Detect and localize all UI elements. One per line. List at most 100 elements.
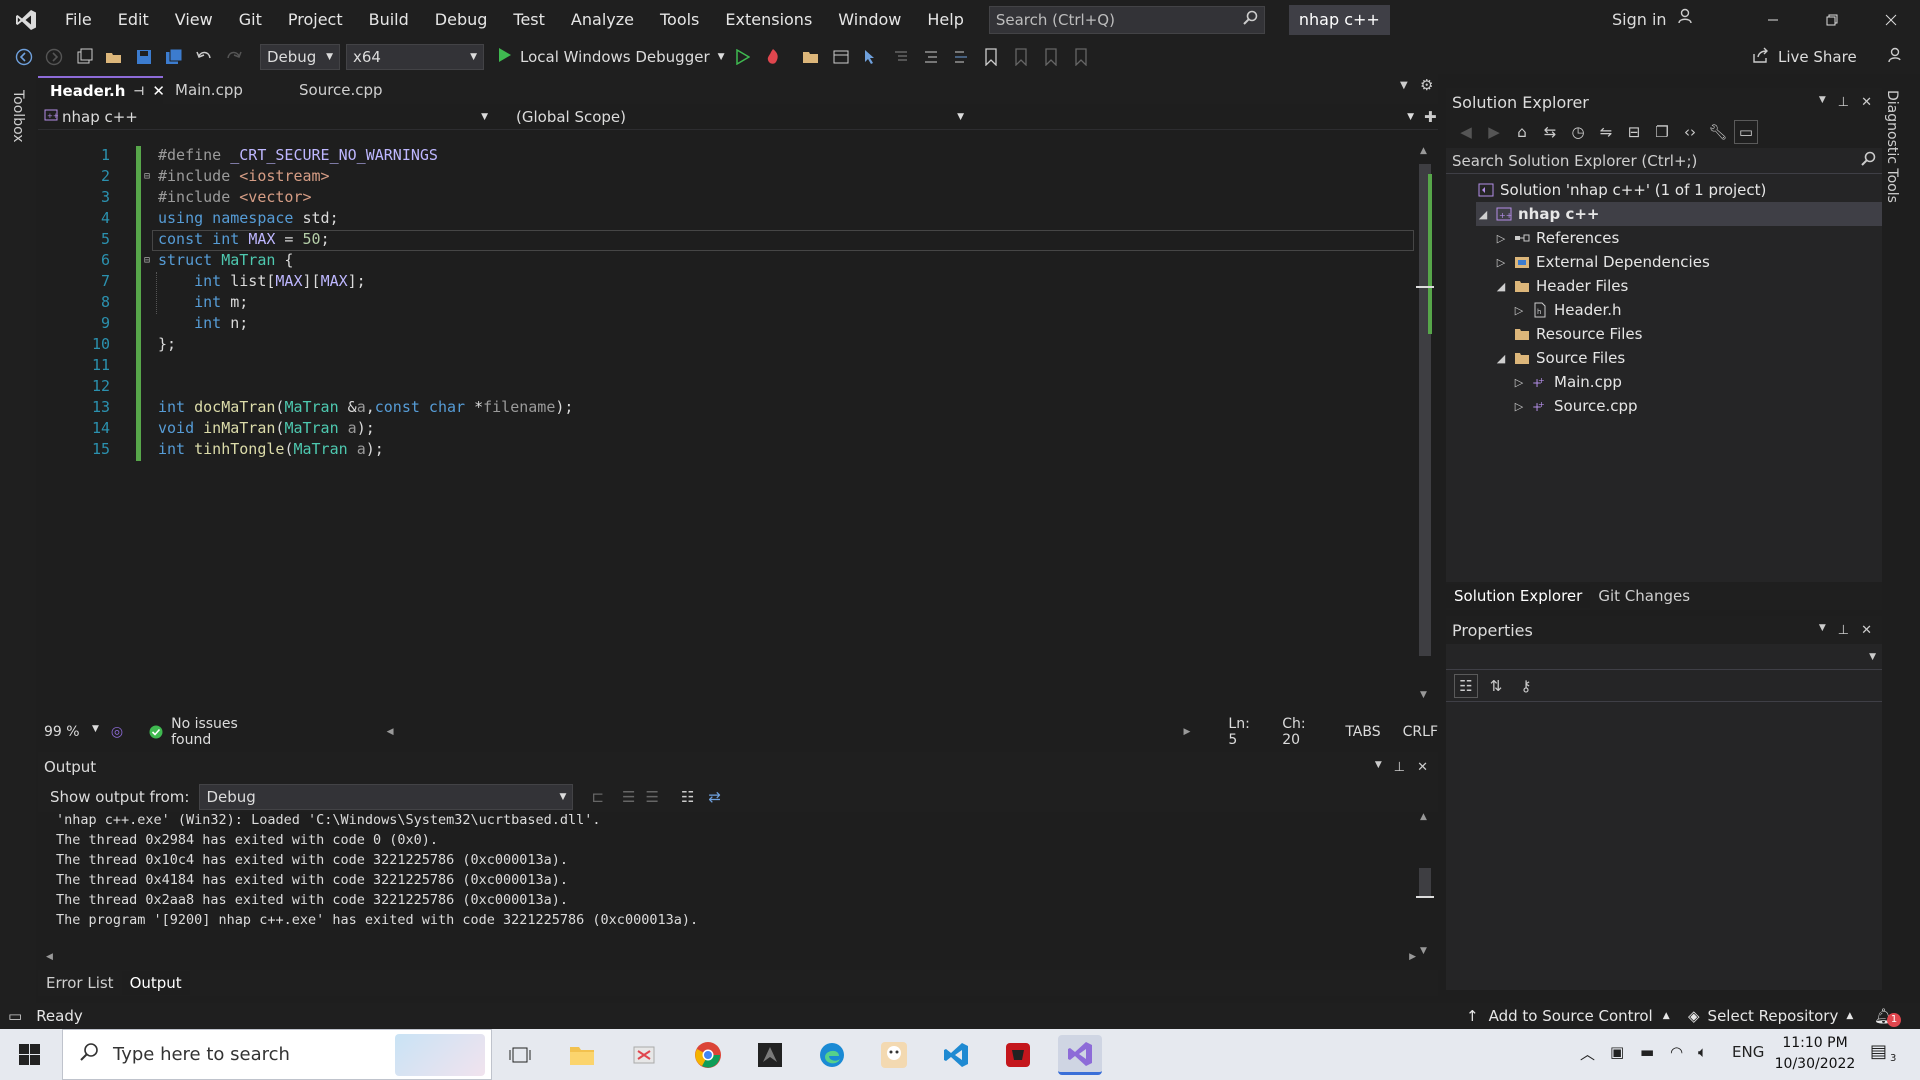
preview-selected-items-icon[interactable]: ▭: [1734, 120, 1758, 144]
taskbar-clock[interactable]: 11:10 PM 10/30/2022: [1770, 1033, 1860, 1075]
collapsed-arrow-icon[interactable]: ▷: [1512, 400, 1526, 413]
redo-icon[interactable]: [222, 45, 246, 69]
tree-item[interactable]: ▷ + + Source.cpp: [1512, 394, 1638, 418]
scroll-right-arrow[interactable]: ▶: [1183, 727, 1190, 737]
menu-view[interactable]: View: [162, 0, 226, 40]
new-project-icon[interactable]: [72, 45, 96, 69]
save-icon[interactable]: [132, 45, 156, 69]
property-pages-icon[interactable]: ⚷: [1514, 674, 1538, 698]
select-element-icon[interactable]: [859, 45, 883, 69]
code-text[interactable]: #define _CRT_SECURE_NO_WARNINGS: [158, 146, 438, 164]
code-line[interactable]: 8 int m;: [38, 293, 1418, 314]
configuration-dropdown[interactable]: Debug ▼: [260, 44, 340, 70]
scroll-left-arrow[interactable]: ◀: [387, 727, 394, 737]
tree-item[interactable]: Resource Files: [1494, 322, 1642, 346]
language-indicator[interactable]: ENG: [1732, 1043, 1764, 1061]
undo-icon[interactable]: [192, 45, 216, 69]
next-bookmark-icon[interactable]: [1039, 45, 1063, 69]
toggle-word-wrap-icon[interactable]: ⇄: [708, 788, 721, 806]
chrome-icon[interactable]: [686, 1035, 730, 1075]
line-indicator[interactable]: Ln: 5: [1228, 716, 1258, 748]
scroll-up-arrow[interactable]: ▲: [1420, 146, 1427, 156]
menu-git[interactable]: Git: [226, 0, 275, 40]
settings-gear-icon[interactable]: ⚙: [1420, 76, 1433, 94]
code-line[interactable]: 14 void inMaTran(MaTran a);: [38, 419, 1418, 440]
collapsed-arrow-icon[interactable]: ▷: [1494, 256, 1508, 269]
volume-icon[interactable]: 🔈︎: [1698, 1043, 1707, 1061]
code-line[interactable]: 12: [38, 377, 1418, 398]
find-message-icon[interactable]: ⊏: [591, 788, 604, 806]
sign-in-link[interactable]: Sign in: [1612, 0, 1667, 40]
taskbar-search-input[interactable]: Type here to search: [62, 1029, 492, 1080]
menu-build[interactable]: Build: [356, 0, 422, 40]
tree-item[interactable]: ▷ References: [1494, 226, 1620, 250]
wifi-icon[interactable]: ◠: [1670, 1043, 1683, 1061]
scroll-down-arrow[interactable]: ▼: [1420, 690, 1427, 700]
window-options-icon[interactable]: ▼: [1819, 95, 1826, 110]
platform-dropdown[interactable]: x64 ▼: [346, 44, 484, 70]
previous-message-icon[interactable]: ☰: [622, 788, 635, 806]
tabs-indicator[interactable]: TABS: [1345, 724, 1380, 740]
toolbox-tab[interactable]: Toolbox: [10, 90, 26, 143]
code-text[interactable]: int n;: [158, 314, 248, 332]
tab-source-cpp[interactable]: Source.cpp: [287, 76, 427, 104]
scroll-thumb[interactable]: [1419, 868, 1431, 898]
code-line[interactable]: 9 int n;: [38, 314, 1418, 335]
scroll-up-arrow[interactable]: ▲: [1420, 812, 1427, 822]
battery-icon[interactable]: ▬: [1640, 1043, 1654, 1061]
scope-dropdown[interactable]: (Global Scope) ▼: [510, 106, 970, 128]
menu-analyze[interactable]: Analyze: [558, 0, 647, 40]
output-status-icon[interactable]: ▭: [8, 1007, 22, 1025]
add-to-source-control-button[interactable]: ↑ Add to Source Control ▲: [1466, 1007, 1670, 1025]
code-text[interactable]: };: [158, 335, 176, 353]
collapse-all-icon[interactable]: ⊟: [1622, 120, 1646, 144]
clear-all-icon[interactable]: ☷: [681, 788, 694, 806]
comment-icon[interactable]: [919, 45, 943, 69]
zoom-dropdown[interactable]: 99 % ▼: [38, 724, 99, 740]
tab-solution-explorer[interactable]: Solution Explorer: [1446, 584, 1591, 608]
account-icon[interactable]: [1677, 0, 1695, 40]
output-text[interactable]: 'nhap c++.exe' (Win32): Loaded 'C:\Windo…: [56, 810, 698, 930]
previous-bookmark-icon[interactable]: [1009, 45, 1033, 69]
tab-main-cpp[interactable]: Main.cpp: [163, 76, 287, 104]
tab-list-dropdown-icon[interactable]: ▼: [1400, 80, 1408, 91]
pin-icon[interactable]: ⊣: [133, 84, 144, 98]
menu-tools[interactable]: Tools: [647, 0, 712, 40]
switch-views-icon[interactable]: ⇆: [1538, 120, 1562, 144]
code-line[interactable]: 10};: [38, 335, 1418, 356]
member-dropdown[interactable]: ▼: [970, 106, 1420, 128]
forward-icon[interactable]: ▶: [1482, 120, 1506, 144]
project-dropdown[interactable]: ++ nhap c++ ▼: [38, 106, 494, 128]
show-hidden-icons-chevron-icon[interactable]: ︿: [1580, 1043, 1595, 1064]
code-view-icon[interactable]: ‹›: [1678, 120, 1702, 144]
visual-studio-logo-icon[interactable]: [0, 0, 52, 40]
tab-git-changes[interactable]: Git Changes: [1590, 584, 1698, 608]
navigate-back-icon[interactable]: [12, 45, 36, 69]
code-text[interactable]: int docMaTran(MaTran &a,const char *file…: [158, 398, 573, 416]
menu-test[interactable]: Test: [500, 0, 558, 40]
menu-file[interactable]: File: [52, 0, 105, 40]
format-icon[interactable]: [889, 45, 913, 69]
scroll-right-arrow[interactable]: ▶: [1409, 952, 1416, 962]
scroll-left-arrow[interactable]: ◀: [46, 952, 53, 962]
scroll-down-arrow[interactable]: ▼: [1420, 946, 1427, 956]
pin-icon[interactable]: ⊥: [1394, 760, 1405, 775]
menu-help[interactable]: Help: [914, 0, 976, 40]
start-debugging-button[interactable]: Local Windows Debugger ▼: [498, 43, 725, 71]
code-text[interactable]: using namespace std;: [158, 209, 339, 227]
tree-item[interactable]: ◢ Header Files: [1494, 274, 1629, 298]
editor-vertical-scrollbar[interactable]: ▲ ▼: [1416, 146, 1434, 706]
alphabetical-icon[interactable]: ⇅: [1484, 674, 1508, 698]
menu-edit[interactable]: Edit: [105, 0, 162, 40]
properties-wrench-icon[interactable]: 🔧︎: [1706, 120, 1730, 144]
tab-output[interactable]: Output: [121, 971, 190, 995]
vscode-icon[interactable]: [934, 1035, 978, 1075]
code-line[interactable]: 4 using namespace std;: [38, 209, 1418, 230]
column-indicator[interactable]: Ch: 20: [1282, 716, 1321, 748]
code-text[interactable]: #include <vector>: [158, 188, 312, 206]
tree-item[interactable]: ▷ + + Main.cpp: [1512, 370, 1622, 394]
close-icon[interactable]: ✕: [1861, 95, 1872, 110]
expanded-arrow-icon[interactable]: ◢: [1494, 280, 1508, 293]
sign-in-area[interactable]: Sign in: [1612, 0, 1695, 40]
save-all-icon[interactable]: [162, 45, 186, 69]
